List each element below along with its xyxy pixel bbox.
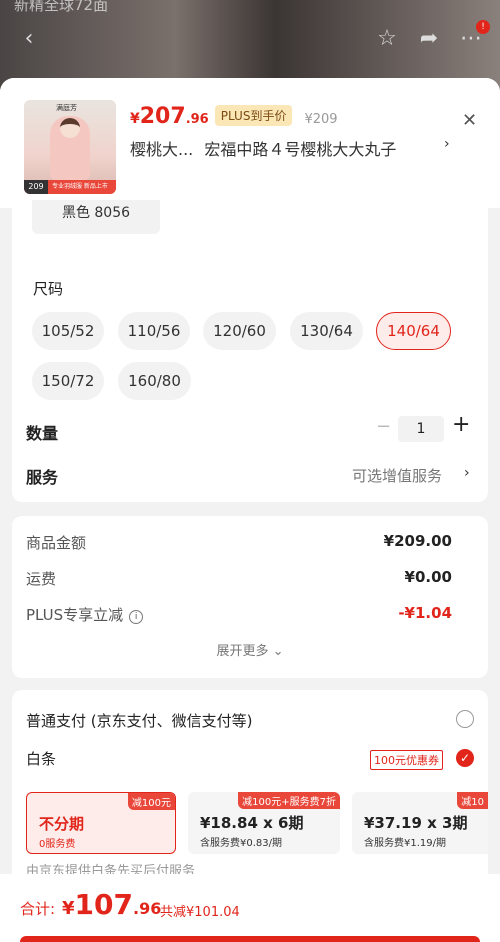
size-option[interactable]: 110/56 (118, 312, 190, 350)
plan-title: ¥37.19 x 3期 (364, 814, 468, 832)
spec-sheet: 满庭芳 209 专业羽绒服 新品上市 ¥ 207 .96 PLUS到手价 ¥20… (0, 78, 500, 942)
plus-discount-label: PLUS专享立减 (26, 606, 124, 624)
address-row[interactable]: 樱桃大... 宏福中路４号樱桃大大丸子 (130, 136, 396, 160)
summary-value: ¥209.00 (383, 532, 452, 550)
plan-sub: 0服务费 (39, 839, 76, 850)
plan-sub: 含服务费¥1.19/期 (364, 838, 446, 849)
thumb-text: 专业羽绒服 新品上市 (52, 183, 108, 190)
quantity-input[interactable]: 1 (398, 416, 444, 442)
installment-plan[interactable]: 减100元+服务费7折 ¥18.84 x 6期 含服务费¥0.83/期 (188, 792, 340, 854)
normal-payment-label[interactable]: 普通支付 (京东支付、微信支付等) (26, 710, 252, 731)
baitiao-label[interactable]: 白条 (26, 748, 56, 769)
summary-value: ¥0.00 (404, 568, 452, 586)
watermark-logo: 值值值 zhizhizhi.com (348, 862, 498, 942)
check-icon[interactable]: ✓ (456, 749, 474, 767)
plan-ribbon: 减10 (457, 792, 488, 809)
normal-payment-radio[interactable] (456, 710, 474, 728)
summary-label-plus: PLUS专享立减 i (26, 604, 144, 625)
back-icon[interactable]: ‹ (16, 26, 42, 52)
share-icon[interactable]: ➦ (416, 26, 442, 52)
expand-more-button[interactable]: 展开更多 ⌄ (12, 640, 488, 659)
saved-amount: 共减¥101.04 (160, 905, 240, 920)
size-option-selected[interactable]: 140/64 (376, 312, 451, 350)
summary-value-discount: -¥1.04 (398, 604, 452, 622)
summary-label: 运费 (26, 570, 57, 588)
plus-price-tag: PLUS到手价 (214, 105, 293, 126)
info-icon[interactable]: i (129, 610, 144, 624)
thumb-face (60, 118, 80, 138)
size-option[interactable]: 105/52 (32, 312, 104, 350)
plan-sub: 含服务费¥0.83/期 (200, 838, 282, 849)
thumb-brand: 满庭芳 (56, 104, 77, 112)
spec-card: 黑色 8056 尺码 105/52 110/56 120/60 130/64 1… (12, 200, 488, 502)
total-label: 合计: (20, 900, 56, 918)
expand-more-label: 展开更多 (216, 644, 269, 659)
product-thumbnail[interactable]: 满庭芳 209 专业羽绒服 新品上市 (24, 100, 116, 194)
chevron-right-icon[interactable]: › (444, 136, 450, 152)
price-row: ¥ 207 .96 PLUS到手价 ¥209 (130, 104, 338, 130)
price-summary-card: 商品金额 ¥209.00 运费 ¥0.00 PLUS专享立减 i -¥1.04 展… (12, 516, 488, 678)
thumb-price: 209 (24, 180, 48, 194)
original-price: ¥209 (304, 112, 338, 127)
watermark-site: zhizhizhi.com (352, 912, 472, 928)
product-page-backdrop: 新精全球72面 ‹ ☆ ➦ ⋯ ! (0, 0, 500, 90)
service-title: 服务 (26, 468, 59, 487)
installment-plan[interactable]: 减10 ¥37.19 x 3期 含服务费¥1.19/期 (352, 792, 488, 854)
quantity-title: 数量 (26, 424, 59, 443)
delivery-address: 宏福中路４号樱桃大大丸子 (204, 140, 397, 159)
size-option[interactable]: 130/64 (290, 312, 363, 350)
star-icon[interactable]: ☆ (374, 26, 400, 52)
size-title: 尺码 (33, 280, 64, 298)
backdrop-title: 新精全球72面 (14, 0, 109, 14)
total-price: ¥ 107 .96 (62, 888, 161, 921)
plan-ribbon: 减100元 (127, 793, 175, 810)
thumb-price-tag: 209 专业羽绒服 新品上市 (24, 180, 116, 194)
summary-label: 商品金额 (26, 534, 87, 552)
price-int: 207 (139, 104, 186, 129)
size-option[interactable]: 150/72 (32, 362, 104, 400)
size-option[interactable]: 160/80 (118, 362, 191, 400)
chevron-right-icon[interactable]: › (464, 465, 470, 481)
plan-title: 不分期 (39, 815, 85, 833)
price-currency: ¥ (130, 111, 140, 127)
total-currency: ¥ (62, 898, 75, 919)
close-icon[interactable]: ✕ (462, 110, 477, 131)
color-option-selected[interactable]: 黑色 8056 (32, 200, 160, 234)
plan-ribbon: 减100元+服务费7折 (238, 792, 340, 809)
plus-icon[interactable]: + (452, 412, 470, 437)
sheet-header: 满庭芳 209 专业羽绒服 新品上市 ¥ 207 .96 PLUS到手价 ¥20… (0, 78, 500, 208)
price-dec: .96 (185, 112, 209, 127)
coupon-badge: 100元优惠券 (370, 750, 443, 770)
service-value[interactable]: 可选增值服务 (352, 465, 442, 486)
minus-icon[interactable]: − (376, 416, 391, 437)
total-int: 107 (74, 888, 133, 921)
installment-plan-selected[interactable]: 减100元 不分期 0服务费 (26, 792, 176, 854)
plan-title: ¥18.84 x 6期 (200, 814, 304, 832)
selected-variant: 樱桃大... (130, 140, 194, 159)
total-dec: .96 (132, 899, 162, 918)
size-option[interactable]: 120/60 (203, 312, 276, 350)
notification-badge: ! (476, 20, 490, 34)
watermark-mark: 值值值 (348, 861, 472, 912)
